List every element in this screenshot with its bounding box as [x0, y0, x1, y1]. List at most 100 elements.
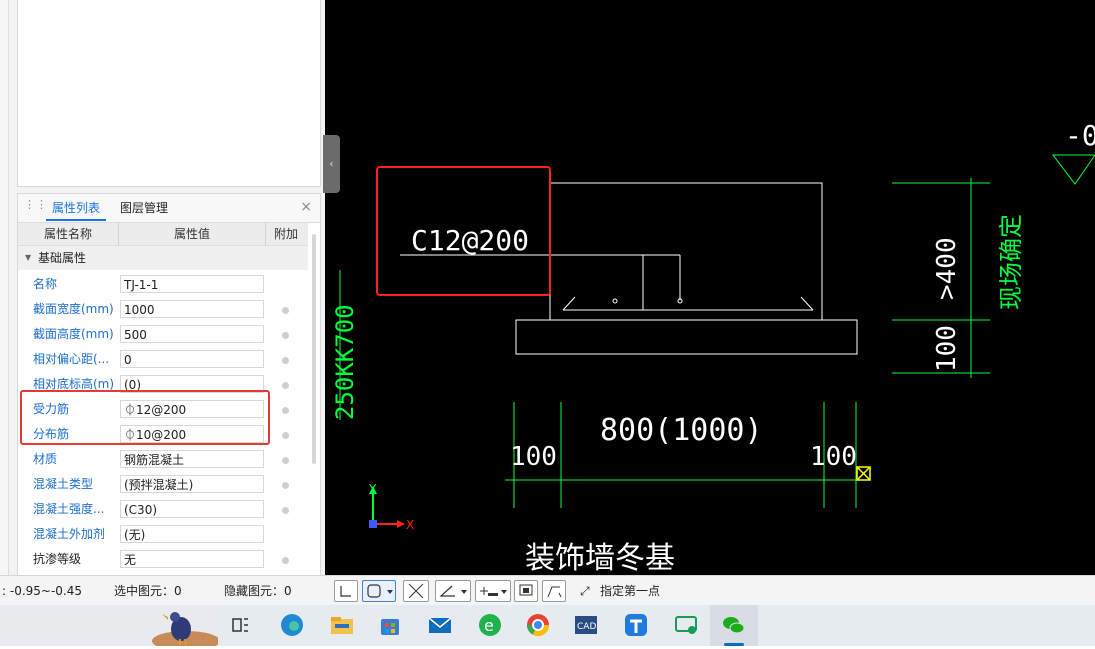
footing-base	[515, 319, 858, 355]
extra-checkbox[interactable]	[282, 382, 289, 389]
property-name: 材质	[33, 452, 58, 466]
property-table-header: 属性名称 属性值 附加	[18, 223, 308, 246]
property-name: 名称	[33, 277, 58, 291]
property-row[interactable]: 混凝土外加剂 (无)	[18, 522, 308, 547]
selected-count: 选中图元：0	[114, 584, 182, 598]
extra-checkbox[interactable]	[282, 557, 289, 564]
svg-text:e: e	[484, 616, 494, 635]
os-taskbar: e CAD	[0, 605, 1095, 649]
snap-marker-icon	[856, 466, 871, 481]
ortho-mode-button[interactable]	[334, 580, 358, 602]
rebar-dot	[612, 298, 618, 304]
property-row[interactable]: 截面高度(mm) 500	[18, 322, 308, 347]
property-row[interactable]: 名称 TJ-1-1	[18, 272, 308, 297]
collapse-triangle-icon[interactable]: ▼	[25, 246, 31, 270]
wall-outline	[550, 182, 823, 320]
dim-height-bottom-text: 100	[932, 325, 962, 372]
property-panel: ⋮⋮ 属性列表 图层管理 × 属性名称 属性值 附加 ▼ 基础属性 名称 TJ-…	[17, 193, 321, 577]
header-name: 属性名称	[18, 223, 119, 245]
level-triangle	[1051, 154, 1095, 185]
ie-browser-icon[interactable]: e	[476, 611, 504, 639]
dim-width-text: 800(1000)	[600, 413, 763, 448]
property-value[interactable]: (预拌混凝土)	[120, 475, 264, 493]
bird-widget-icon	[152, 612, 220, 649]
hatch-left	[562, 296, 576, 311]
remote-desktop-icon[interactable]	[672, 611, 700, 639]
cad-drawing: C12@200 100 800(1000) 100 >400 100 现场确定 …	[331, 119, 1095, 575]
property-name: 抗渗等级	[33, 552, 82, 566]
edge-browser-icon[interactable]	[278, 611, 306, 639]
property-name: 混凝土类型	[33, 477, 94, 491]
extra-checkbox[interactable]	[282, 457, 289, 464]
group-label: 基础属性	[38, 251, 87, 265]
collapse-panel-button[interactable]: ‹	[323, 135, 340, 193]
dimension-lines	[339, 154, 1095, 508]
property-name: 截面高度(mm)	[33, 327, 114, 341]
drag-grip-icon[interactable]: ⋮⋮	[24, 199, 47, 215]
taskbar-widget-area	[0, 605, 220, 649]
store-icon[interactable]	[376, 611, 404, 639]
polyline-mode-button[interactable]	[542, 580, 566, 602]
upper-panel-area	[17, 0, 321, 187]
display-mode-button[interactable]	[514, 580, 538, 602]
side-note-text: 现场确定	[997, 214, 1025, 310]
property-value[interactable]: TJ-1-1	[120, 275, 264, 293]
extra-checkbox[interactable]	[282, 357, 289, 364]
hatch-right	[800, 296, 814, 311]
dimension-mode-button[interactable]	[475, 580, 511, 602]
snap-mode-button[interactable]	[362, 580, 396, 602]
property-value[interactable]: 1000	[120, 300, 264, 318]
cross-mode-button[interactable]	[403, 580, 429, 602]
cad-drawing-canvas[interactable]: C12@200 100 800(1000) 100 >400 100 现场确定 …	[325, 0, 1095, 575]
dim-left-text: 100	[510, 442, 557, 472]
property-name: 混凝土强度...	[33, 502, 105, 516]
chrome-browser-icon[interactable]	[524, 611, 552, 639]
status-bar: : -0.95~-0.45 选中图元：0 隐藏图元：0 ⤢ 指定第一点	[0, 575, 1095, 606]
property-scrollbar[interactable]	[312, 234, 316, 464]
dim-right-text: 100	[810, 442, 857, 472]
extra-checkbox[interactable]	[282, 432, 289, 439]
extra-checkbox[interactable]	[282, 407, 289, 414]
resize-arrow-icon: ⤢	[580, 584, 590, 598]
property-value[interactable]: 无	[120, 550, 264, 568]
axis-y-label: Y	[368, 482, 377, 496]
elevation-range: : -0.95~-0.45	[2, 584, 83, 598]
property-row[interactable]: 材质 钢筋混凝土	[18, 447, 308, 472]
property-row[interactable]: 混凝土强度... (C30)	[18, 497, 308, 522]
axis-x-label: X	[406, 518, 414, 532]
svg-text:CAD: CAD	[577, 622, 596, 632]
extra-checkbox[interactable]	[282, 482, 289, 489]
property-value[interactable]: (无)	[120, 525, 264, 543]
header-value: 属性值	[119, 223, 266, 245]
property-row[interactable]: 相对偏心距(... 0	[18, 347, 308, 372]
property-row[interactable]: 抗渗等级 无	[18, 547, 308, 572]
property-row[interactable]: 截面宽度(mm) 1000	[18, 297, 308, 322]
extra-checkbox[interactable]	[282, 332, 289, 339]
close-icon[interactable]: ×	[300, 199, 312, 215]
angle-mode-button[interactable]	[435, 580, 471, 602]
property-value[interactable]: 0	[120, 350, 264, 368]
bottom-label-text: 装饰墙冬基	[525, 541, 675, 575]
mail-icon[interactable]	[426, 611, 454, 639]
property-value[interactable]: (C30)	[120, 500, 264, 518]
header-extra: 附加	[273, 227, 298, 241]
left-dock-strip	[0, 0, 9, 575]
extra-checkbox[interactable]	[282, 507, 289, 514]
command-hint: 指定第一点	[600, 584, 661, 598]
extra-checkbox[interactable]	[282, 307, 289, 314]
property-name: 混凝土外加剂	[33, 527, 106, 541]
cad-viewer-icon[interactable]: CAD	[572, 611, 600, 639]
file-explorer-icon[interactable]	[328, 611, 356, 639]
left-panel: ⋮⋮ 属性列表 图层管理 × 属性名称 属性值 附加 ▼ 基础属性 名称 TJ-…	[0, 0, 326, 577]
property-value[interactable]: 钢筋混凝土	[120, 450, 264, 468]
footing-outline	[400, 182, 858, 355]
wechat-icon[interactable]	[720, 611, 748, 639]
group-basic-properties[interactable]: ▼ 基础属性	[18, 246, 308, 270]
task-view-icon[interactable]	[226, 611, 254, 639]
property-name: 截面宽度(mm)	[33, 302, 114, 316]
property-value[interactable]: 500	[120, 325, 264, 343]
tab-layer-management[interactable]: 图层管理	[114, 194, 174, 221]
glodon-app-icon[interactable]	[622, 611, 650, 639]
tab-property-list[interactable]: 属性列表	[46, 194, 107, 221]
property-row[interactable]: 混凝土类型 (预拌混凝土)	[18, 472, 308, 497]
